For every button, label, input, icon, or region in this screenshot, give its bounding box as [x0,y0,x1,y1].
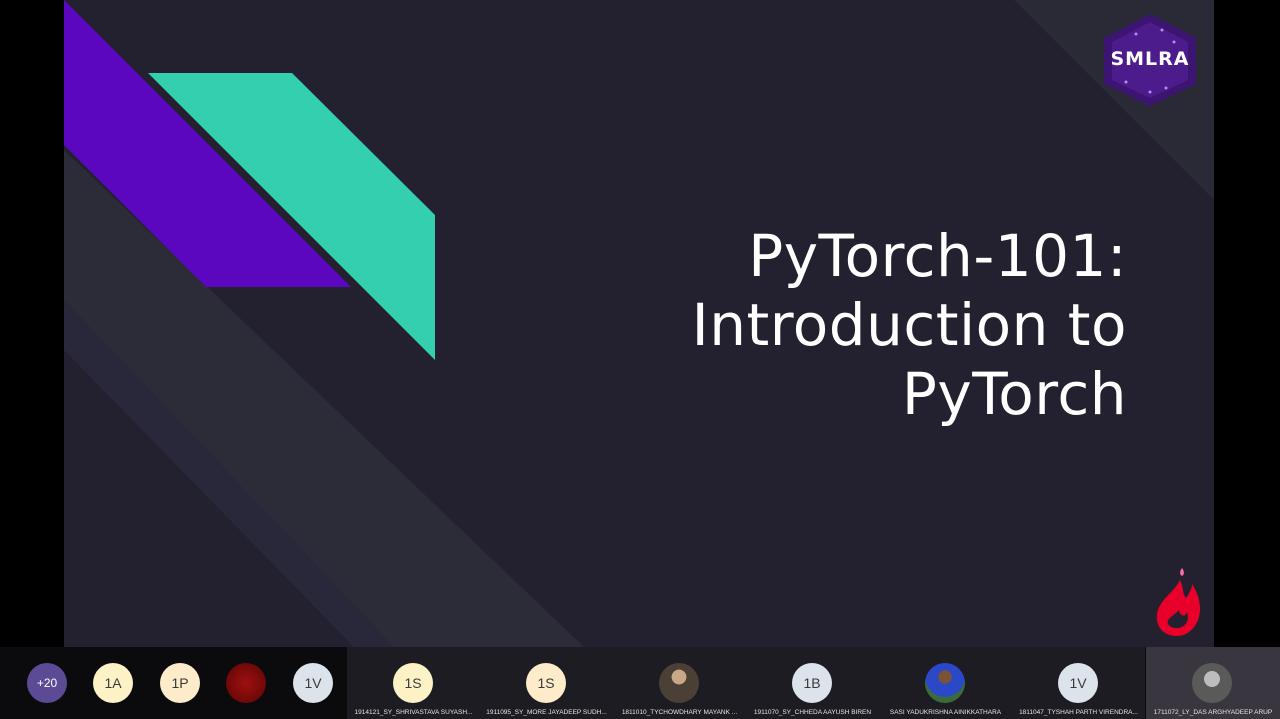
participant-photo [659,663,699,703]
flame-icon [1156,568,1200,636]
participant-avatar[interactable] [226,663,266,703]
title-line-2: Introduction to [691,291,1127,359]
title-line-1: PyTorch-101: [748,222,1127,290]
avatar-initials: 1B [803,675,821,691]
avatar-initials: 1V [1069,675,1087,691]
participant-name: 1811047_TYSHAH PARTH VIRENDRA... [1019,709,1138,716]
participant-tile[interactable]: 1S 1911095_SY_MORE JAYADEEP SUDH... [480,647,613,719]
participant-avatar: 1S [393,663,433,703]
participant-avatar: 1S [526,663,566,703]
participant-avatar[interactable]: 1A [93,663,133,703]
participant-name: 1711072_LY_DAS ARGHYADEEP ARUP [1153,709,1273,716]
avatar-initials: 1A [104,675,122,691]
participants-strip: +20 1A 1P 1V 1S 1914121_SY_SHRIVASTAVA S… [0,647,1280,719]
participant-tile[interactable]: 1V 1811047_TYSHAH PARTH VIRENDRA... [1012,647,1145,719]
participant-avatar[interactable]: 1P [160,663,200,703]
more-count: +20 [36,676,58,690]
avatar-initials: 1P [171,675,189,691]
title-line-3: PyTorch [901,360,1127,428]
participant-tile[interactable]: 1B 1911070_SY_CHHEDA AAYUSH BIREN [746,647,879,719]
participant-tile[interactable]: SASI YADUKRISHNA AINIKKATHARA [879,647,1012,719]
participant-avatar[interactable]: 1V [293,663,333,703]
participant-name: 1811010_TYCHOWDHARY MAYANK ... [621,709,738,716]
slide-title: PyTorch-101: Introduction to PyTorch [527,222,1127,429]
participant-name: 1911095_SY_MORE JAYADEEP SUDH... [486,709,607,716]
presentation-slide: PyTorch-101: Introduction to PyTorch SML… [64,0,1214,647]
avatar-initials: 1S [404,675,422,691]
participant-name: 1911070_SY_CHHEDA AAYUSH BIREN [753,709,872,716]
avatar-initials: 1V [304,675,322,691]
participant-avatar: 1B [792,663,832,703]
participant-name: SASI YADUKRISHNA AINIKKATHARA [889,709,1002,716]
avatar-initials: 1S [537,675,555,691]
participant-name: 1914121_SY_SHRIVASTAVA SUYASH... [354,709,473,716]
participant-photo [925,663,965,703]
participant-photo [1192,663,1232,703]
screen-share-area: PyTorch-101: Introduction to PyTorch SML… [0,0,1280,647]
participant-tile[interactable]: 1811010_TYCHOWDHARY MAYANK ... [613,647,746,719]
smlra-logo: SMLRA [1096,12,1204,108]
logo-text: SMLRA [1110,48,1190,70]
participant-tile-active[interactable]: 1711072_LY_DAS ARGHYADEEP ARUP [1146,647,1280,719]
participant-tile[interactable]: 1S 1914121_SY_SHRIVASTAVA SUYASH... [347,647,480,719]
participant-avatar: 1V [1058,663,1098,703]
more-participants-button[interactable]: +20 [27,663,67,703]
